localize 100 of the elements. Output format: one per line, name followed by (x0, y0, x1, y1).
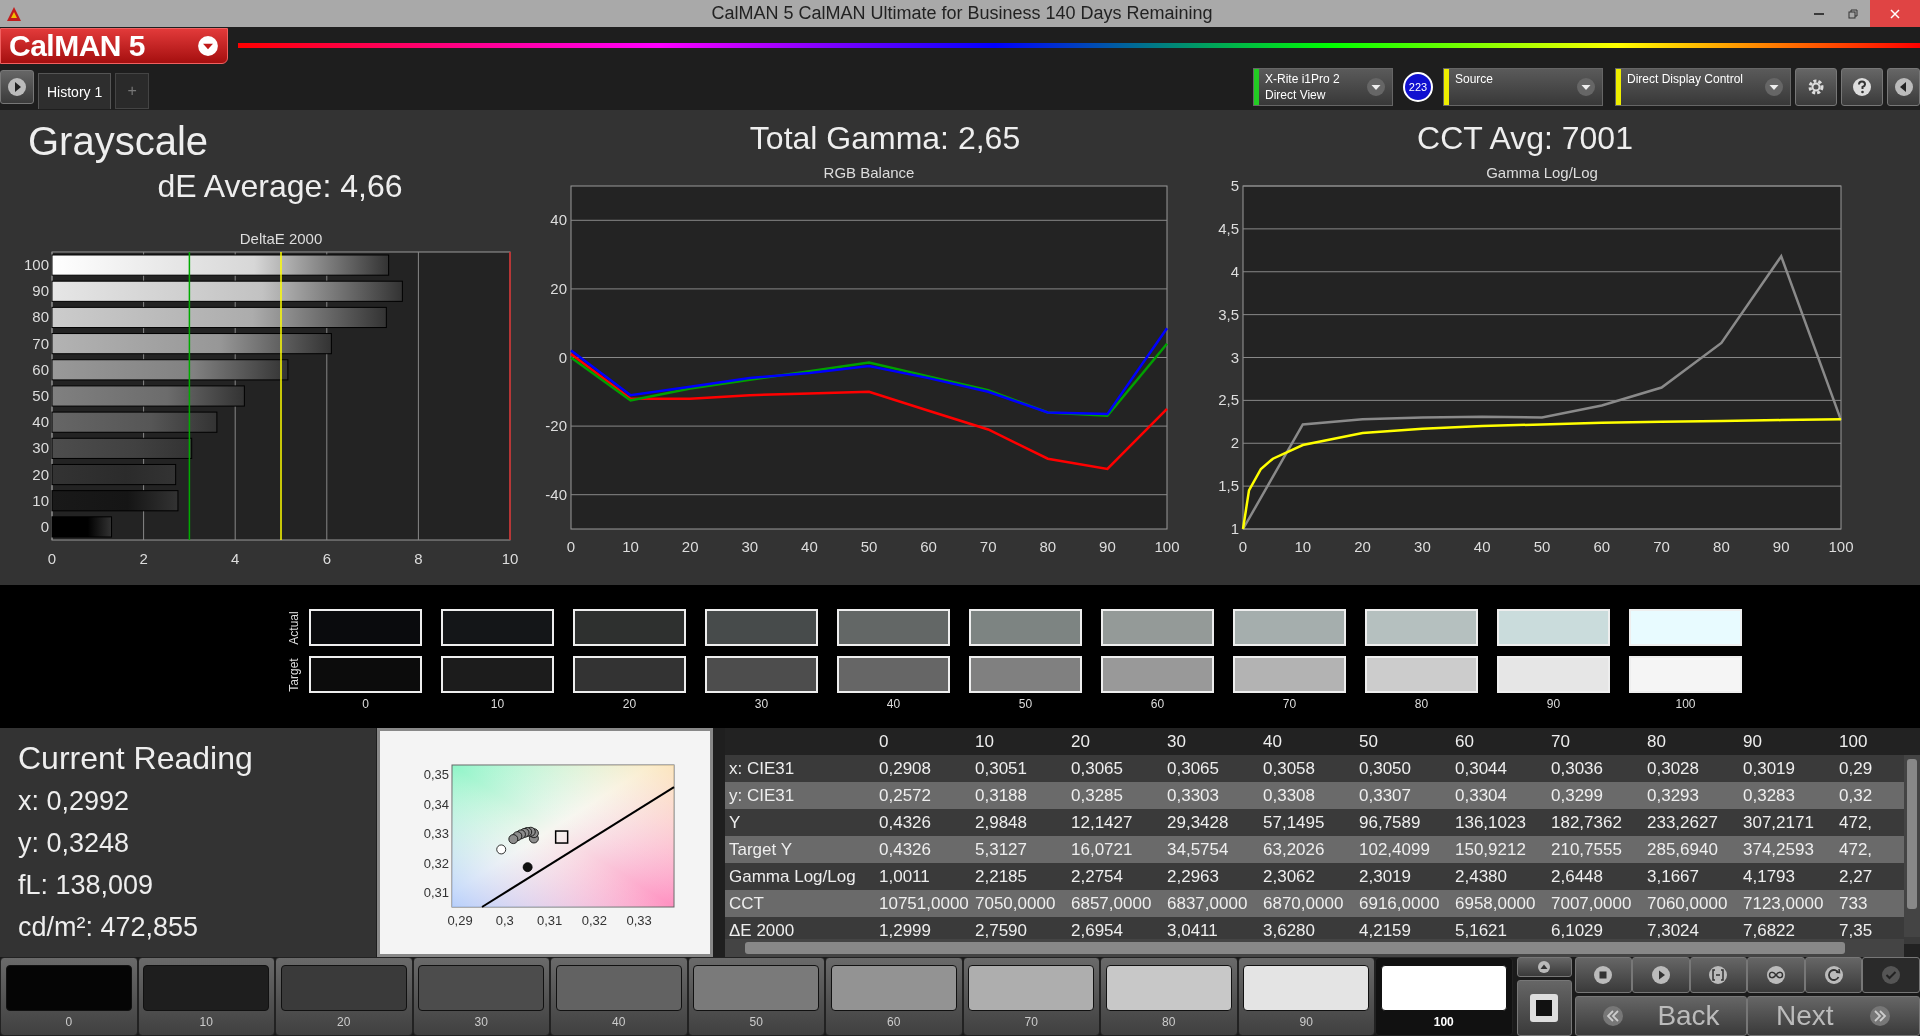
table-cell-text: 2,3019 (1358, 866, 1412, 887)
patch-button[interactable]: 90 (1237, 957, 1375, 1036)
loop-button[interactable] (1747, 957, 1805, 993)
column-header: 40 (1262, 731, 1283, 752)
table-cell-text: 6916,0000 (1358, 893, 1441, 914)
axis-label: 50 (860, 538, 878, 555)
next-button[interactable]: Next (1747, 996, 1920, 1036)
row-header: CCT (728, 893, 765, 914)
table-cell-text: 3,0411 (1166, 920, 1219, 941)
table-cell-text: 233,2627 (1646, 812, 1719, 833)
table-cell-text: 472, (1838, 839, 1874, 860)
swatch-label: 70 (1282, 697, 1297, 711)
reading-title: Current Reading (18, 739, 254, 778)
patch-button[interactable]: 80 (1100, 957, 1238, 1036)
axis-label: 90 (1772, 538, 1790, 555)
row-header: Target Y (728, 839, 793, 860)
axis-label: 40 (801, 538, 818, 555)
app-logo-menu[interactable]: CalMAN 5 (0, 27, 228, 64)
back-button[interactable]: Back (1574, 996, 1748, 1036)
axis-label: 0,35 (423, 767, 449, 783)
table-cell-text: 16,0721 (1070, 839, 1134, 860)
up-button[interactable] (1516, 957, 1572, 977)
table-cell-text: 0,3051 (974, 758, 1028, 779)
table-cell-text: 2,2185 (974, 866, 1028, 887)
horizontal-scrollbar[interactable] (725, 939, 1904, 957)
chart-title: DeltaE 2000 (239, 230, 323, 247)
patch-button[interactable]: 30 (412, 957, 550, 1036)
patch-button[interactable]: 60 (825, 957, 963, 1036)
check-button[interactable] (1862, 957, 1920, 993)
swatch-label: 10 (490, 697, 505, 711)
patch-button[interactable]: 20 (275, 957, 413, 1036)
axis-label: 20 (681, 538, 699, 555)
table-cell-text: 6857,0000 (1070, 893, 1153, 914)
history-tab[interactable]: History 1 (38, 73, 112, 109)
stop-button[interactable] (1516, 980, 1572, 1036)
device-dropdown[interactable]: Source (1443, 68, 1603, 106)
patch-button[interactable]: 50 (687, 957, 825, 1036)
chart-title: Gamma Log/Log (1486, 164, 1598, 181)
axis-label: 0,33 (423, 826, 449, 842)
patch-button[interactable]: 100 (1375, 957, 1513, 1036)
axis-label: 30 (32, 439, 49, 457)
swatch-label: 30 (754, 697, 769, 711)
table-cell-text: 472, (1838, 812, 1874, 833)
column-header: 80 (1646, 731, 1667, 752)
axis-label: 70 (32, 334, 49, 352)
add-tab-button[interactable]: + (115, 73, 150, 109)
table-cell-text: 7,35 (1838, 920, 1874, 941)
table-cell-text: 182,7362 (1550, 812, 1623, 833)
table-cell-text: 96,7589 (1358, 812, 1422, 833)
play-button[interactable] (0, 70, 34, 104)
axis-label: 4 (231, 550, 240, 567)
row-header: Y (728, 812, 742, 833)
play-icon (7, 77, 27, 97)
row-label: Target (287, 657, 301, 692)
axis-label: 0 (558, 348, 567, 366)
axis-label: 40 (1473, 538, 1491, 555)
patch-button[interactable]: 40 (550, 957, 688, 1036)
axis-label: 0,34 (423, 796, 449, 812)
table-cell-text: 0,3308 (1262, 785, 1316, 806)
patch-button[interactable]: 0 (0, 957, 138, 1036)
axis-label: 0,33 (626, 913, 652, 928)
axis-label: 0,3 (495, 913, 514, 928)
patch-button[interactable]: 70 (962, 957, 1100, 1036)
device-dropdown[interactable]: X-Rite i1Pro 2 Direct View (1253, 68, 1393, 106)
collapse-button[interactable] (1887, 68, 1920, 106)
vertical-scrollbar[interactable] (1904, 755, 1920, 937)
axis-label: 100 (1828, 538, 1854, 555)
table-cell-text: 0,4326 (878, 839, 932, 860)
axis-label: 2 (1230, 434, 1239, 452)
table-cell-text: 210,7555 (1550, 839, 1623, 860)
axis-label: 60 (32, 360, 49, 378)
help-button[interactable] (1841, 68, 1883, 106)
axis-label: 0,31 (423, 885, 449, 901)
reading-point (496, 844, 507, 855)
table-cell-text: 2,7590 (974, 920, 1028, 941)
reading-value: cd/m²: 472,855 (18, 911, 200, 944)
axis-label: -20 (545, 417, 567, 435)
bracket-button[interactable] (1689, 957, 1748, 993)
axis-label: 30 (1414, 538, 1431, 555)
row-label: Actual (287, 610, 301, 645)
table-cell-text: 6,1029 (1550, 920, 1604, 941)
column-header: 100 (1838, 731, 1869, 752)
axis-label: 100 (1154, 538, 1180, 555)
stop-button[interactable] (1574, 957, 1633, 993)
double-left-icon (1602, 1005, 1625, 1027)
table-cell-text: 285,6940 (1646, 839, 1719, 860)
caret-icon (1366, 77, 1386, 97)
swatch-label: 40 (886, 697, 901, 711)
refresh-button[interactable] (1804, 957, 1863, 993)
axis-label: 0,29 (447, 913, 473, 928)
stop-icon (1593, 965, 1614, 985)
swatch-label: 60 (1150, 697, 1165, 711)
settings-button[interactable] (1795, 68, 1837, 106)
device-dropdown[interactable]: Direct Display Control (1615, 68, 1791, 106)
table-cell-text: 2,3062 (1262, 866, 1316, 887)
axis-label: 3 (1230, 348, 1239, 366)
patch-button[interactable]: 10 (137, 957, 275, 1036)
table-cell-text: 0,29 (1838, 758, 1874, 779)
reading-point (522, 862, 533, 873)
play-button[interactable] (1632, 957, 1690, 993)
